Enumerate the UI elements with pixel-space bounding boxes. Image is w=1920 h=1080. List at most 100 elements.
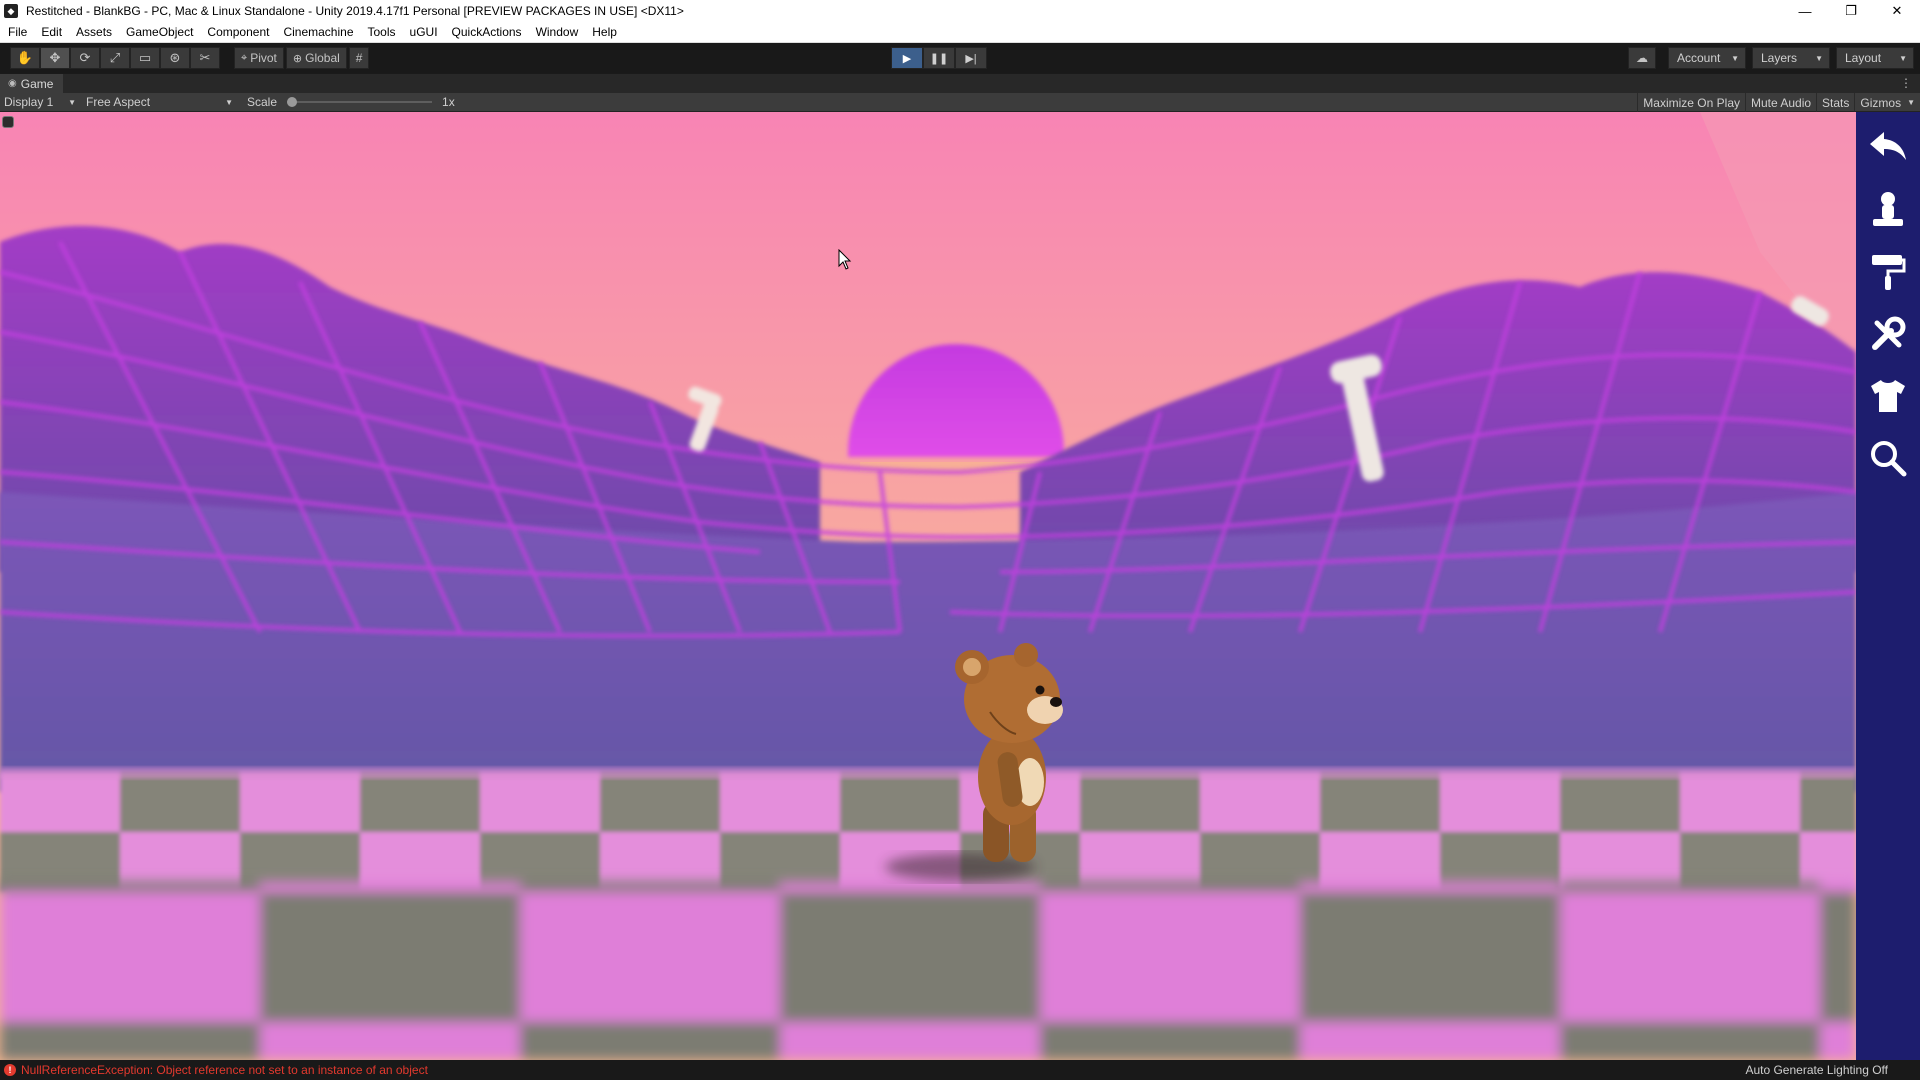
rect-tool-button[interactable]: ▭: [130, 47, 160, 69]
back-button[interactable]: [1864, 122, 1912, 170]
maximize-button[interactable]: ❐: [1828, 0, 1874, 22]
back-arrow-icon: [1870, 132, 1906, 160]
global-label: Global: [305, 51, 340, 65]
layout-label: Layout: [1845, 51, 1882, 65]
account-dropdown[interactable]: Account ▼: [1668, 47, 1746, 69]
gizmos-dropdown[interactable]: Gizmos ▼: [1854, 93, 1920, 112]
main-toolbar: ✋ ✥ ⟳ ⤢ ▭ ⊛ ✂ ⌖ Pivot ⊕ Global # ▶ ❚❚ ▶|…: [0, 43, 1920, 73]
chevron-down-icon: ▼: [1899, 53, 1907, 63]
scale-slider[interactable]: [287, 96, 433, 108]
window-title: Restitched - BlankBG - PC, Mac & Linux S…: [26, 4, 684, 18]
paint-button[interactable]: [1864, 248, 1912, 296]
tools-button[interactable]: [1864, 310, 1912, 358]
playmode-controls: ▶ ❚❚ ▶|: [891, 47, 987, 69]
menu-ugui[interactable]: uGUI: [410, 25, 438, 39]
clothing-button[interactable]: [1864, 372, 1912, 420]
grid-snap-icon: #: [355, 51, 363, 65]
menu-quickactions[interactable]: QuickActions: [452, 25, 522, 39]
character-button[interactable]: [1864, 186, 1912, 234]
toolbar-right: ☁ Account ▼ Layers ▼ Layout ▼: [1628, 47, 1914, 69]
shirt-icon: [1871, 380, 1905, 412]
layers-dropdown[interactable]: Layers ▼: [1752, 47, 1830, 69]
pause-icon: ❚❚: [929, 52, 949, 65]
menu-cinemachine[interactable]: Cinemachine: [283, 25, 353, 39]
display-dropdown[interactable]: Display 1 ▼: [0, 95, 80, 109]
game-side-panel: [1856, 112, 1920, 1060]
chevron-down-icon: ▼: [1815, 53, 1823, 63]
layout-dropdown[interactable]: Layout ▼: [1836, 47, 1914, 69]
window-controls: — ❐ ✕: [1782, 0, 1920, 22]
tab-game[interactable]: ◉ Game: [0, 73, 64, 94]
cloud-icon: ☁: [1636, 51, 1648, 65]
window-title-bar: ◆ Restitched - BlankBG - PC, Mac & Linux…: [0, 0, 1920, 22]
cloud-button[interactable]: ☁: [1628, 47, 1656, 69]
search-icon: [1871, 441, 1907, 477]
game-view-options: Maximize On Play Mute Audio Stats Gizmos…: [1637, 93, 1920, 112]
console-error-message[interactable]: NullReferenceException: Object reference…: [21, 1063, 428, 1077]
gizmos-label: Gizmos: [1860, 95, 1902, 110]
scale-value: 1x: [442, 95, 455, 109]
menu-help[interactable]: Help: [592, 25, 617, 39]
move-tool-button[interactable]: ✥: [40, 47, 70, 69]
game-view-toolbar: Display 1 ▼ Free Aspect ▼ Scale 1x Maxim…: [0, 93, 1920, 112]
tools-icon: [1872, 316, 1906, 350]
character-icon: [1873, 192, 1903, 226]
lighting-status[interactable]: Auto Generate Lighting Off: [1745, 1063, 1888, 1077]
aspect-label: Free Aspect: [86, 95, 151, 109]
slider-track: [287, 101, 433, 103]
grid-snap-button[interactable]: #: [348, 47, 370, 69]
game-tab-bar: ◉ Game ⋮: [0, 73, 1920, 94]
custom-tool-button[interactable]: ✂: [190, 47, 220, 69]
menu-assets[interactable]: Assets: [76, 25, 112, 39]
step-icon: ▶|: [965, 52, 977, 65]
play-icon: ▶: [902, 52, 912, 65]
pivot-toggle[interactable]: ⌖ Pivot: [234, 47, 284, 69]
global-toggle[interactable]: ⊕ Global: [285, 47, 347, 69]
rotate-tool-button[interactable]: ⟳: [70, 47, 100, 69]
rotate-icon: ⟳: [79, 50, 91, 65]
pause-button[interactable]: ❚❚: [923, 47, 955, 69]
scale-label: Scale: [247, 95, 278, 109]
stats-toggle[interactable]: Stats: [1816, 93, 1854, 112]
chevron-down-icon: ▼: [1731, 53, 1739, 63]
menu-bar: File Edit Assets GameObject Component Ci…: [0, 22, 1920, 43]
menu-file[interactable]: File: [8, 25, 27, 39]
transform-tool-button[interactable]: ⊛: [160, 47, 190, 69]
game-viewport[interactable]: [0, 112, 1856, 1060]
step-button[interactable]: ▶|: [955, 47, 987, 69]
close-button[interactable]: ✕: [1874, 0, 1920, 22]
menu-window[interactable]: Window: [536, 25, 579, 39]
transform-tools: ✋ ✥ ⟳ ⤢ ▭ ⊛ ✂: [10, 47, 220, 69]
error-icon: !: [4, 1064, 16, 1076]
debug-indicator-icon: [2, 116, 14, 128]
globe-icon: ⊕: [292, 52, 303, 65]
hand-tool-button[interactable]: ✋: [10, 47, 40, 69]
chevron-down-icon: ▼: [68, 97, 76, 107]
status-bar: ! NullReferenceException: Object referen…: [0, 1060, 1920, 1080]
tab-game-label: Game: [20, 76, 54, 91]
hand-icon: ✋: [16, 50, 34, 65]
transform-icon: ⊛: [169, 50, 181, 65]
menu-component[interactable]: Component: [207, 25, 269, 39]
kebab-menu-icon[interactable]: ⋮: [1900, 76, 1912, 90]
mute-audio-toggle[interactable]: Mute Audio: [1745, 93, 1816, 112]
custom-tool-icon: ✂: [199, 50, 211, 65]
chevron-down-icon: ▼: [1907, 98, 1915, 107]
paint-roller-icon: [1872, 255, 1906, 290]
slider-thumb[interactable]: [287, 97, 298, 107]
play-button[interactable]: ▶: [891, 47, 923, 69]
menu-gameobject[interactable]: GameObject: [126, 25, 193, 39]
rect-icon: ▭: [138, 50, 152, 65]
maximize-on-play-toggle[interactable]: Maximize On Play: [1637, 93, 1745, 112]
game-scene: [0, 112, 1856, 1060]
chevron-down-icon: ▼: [225, 97, 233, 107]
layers-label: Layers: [1761, 51, 1798, 65]
search-button[interactable]: [1864, 434, 1912, 482]
minimize-button[interactable]: —: [1782, 0, 1828, 22]
scale-tool-button[interactable]: ⤢: [100, 47, 130, 69]
move-icon: ✥: [49, 50, 61, 65]
aspect-dropdown[interactable]: Free Aspect ▼: [82, 95, 237, 109]
account-label: Account: [1677, 51, 1721, 65]
menu-tools[interactable]: Tools: [368, 25, 396, 39]
menu-edit[interactable]: Edit: [41, 25, 62, 39]
